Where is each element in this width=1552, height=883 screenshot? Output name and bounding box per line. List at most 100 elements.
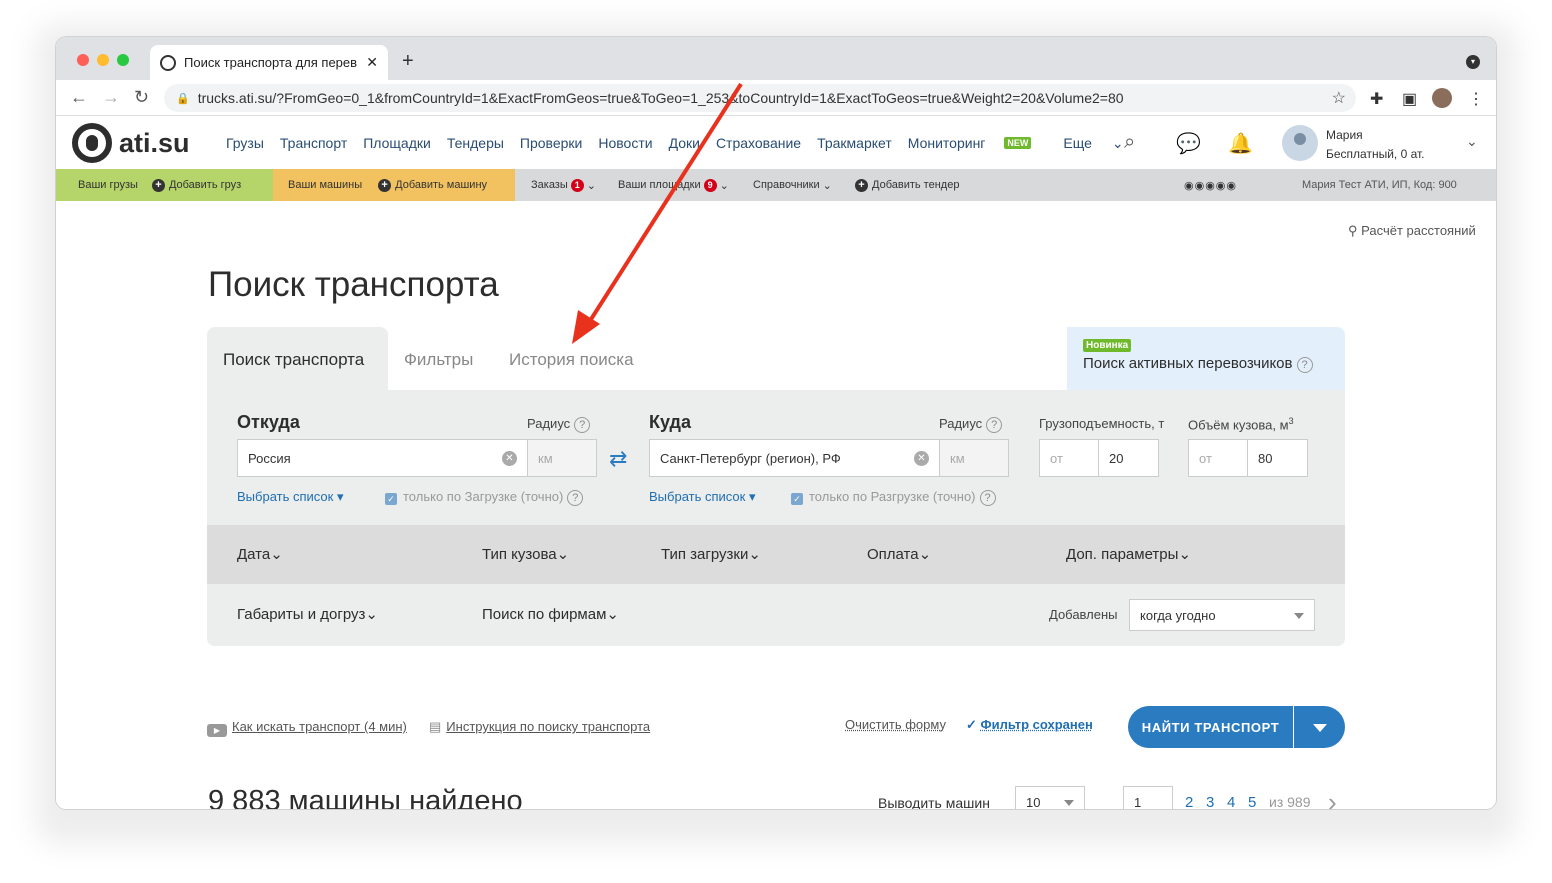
clear-from-icon[interactable]: ✕ [502, 451, 517, 466]
help-icon[interactable]: ? [979, 490, 996, 506]
user-avatar[interactable] [1282, 125, 1318, 161]
add-tender-button[interactable]: + Добавить тендер [839, 169, 975, 201]
ati-logo[interactable]: ati.su [72, 123, 190, 163]
filter-loading-type[interactable]: Тип загрузки⌄ [661, 545, 761, 563]
tab-search-icon[interactable]: ▾ [1466, 55, 1480, 69]
how-to-video-link[interactable]: ▶ Как искать транспорт (4 мин) [207, 719, 407, 737]
help-icon[interactable]: ? [567, 490, 584, 506]
per-page-select[interactable]: 10 [1015, 786, 1085, 809]
document-icon: ▤ [429, 719, 442, 734]
filter-saved-link[interactable]: ✓ Фильтр сохранен [966, 717, 1093, 733]
messages-icon[interactable]: 💬 [1176, 131, 1201, 156]
nav-insurance[interactable]: Страхование [716, 135, 801, 152]
your-trucks-link[interactable]: Ваши машины [288, 179, 362, 191]
url-text[interactable]: trucks.ati.su/?FromGeo=0_1&fromCountryId… [198, 90, 1332, 106]
profile-avatar[interactable] [1432, 88, 1452, 108]
to-input[interactable]: Санкт-Петербург (регион), РФ ✕ [649, 439, 940, 477]
maximize-window-button[interactable] [117, 54, 129, 66]
to-select-list[interactable]: Выбрать список ▾ [649, 489, 756, 505]
help-icon[interactable]: ? [986, 417, 1003, 433]
find-options-dropdown-button[interactable] [1294, 706, 1345, 748]
active-carriers-tab[interactable]: Новинка Поиск активных перевозчиков? [1067, 327, 1345, 390]
nav-transport[interactable]: Транспорт [280, 135, 347, 152]
user-menu-chevron-icon[interactable]: ⌄ [1466, 133, 1478, 150]
capacity-label: Грузоподъемность, т [1039, 416, 1165, 431]
help-icon[interactable]: ? [1296, 357, 1313, 373]
filter-extra[interactable]: Доп. параметры⌄ [1066, 545, 1191, 563]
capacity-to-input[interactable]: 20 [1098, 439, 1159, 477]
tab-filters[interactable]: Фильтры [404, 350, 473, 370]
nav-tenders[interactable]: Тендеры [447, 135, 504, 152]
page-link-4[interactable]: 4 [1227, 794, 1235, 809]
filter-payment[interactable]: Оплата⌄ [867, 545, 931, 563]
next-page-icon[interactable]: › [1328, 787, 1337, 809]
orders-menu[interactable]: Заказы 1 ⌄ [515, 169, 612, 201]
only-loading-checkbox[interactable]: ✓ только по Загрузке (точно)? [385, 489, 584, 506]
search-tabs: Поиск транспорта Фильтры История поиска … [207, 327, 1345, 390]
help-icon[interactable]: ? [574, 417, 591, 433]
browser-menu-icon[interactable]: ⋮ [1468, 89, 1484, 109]
page-input[interactable]: 1 [1123, 786, 1173, 809]
ati-level-icons[interactable]: ◉◉◉◉◉ [1168, 169, 1253, 201]
caret-down-icon: ▾ [336, 489, 344, 504]
clear-to-icon[interactable]: ✕ [914, 451, 929, 466]
find-transport-button[interactable]: НАЙТИ ТРАНСПОРТ [1128, 706, 1293, 748]
minimize-window-button[interactable] [97, 54, 109, 66]
page-link-3[interactable]: 3 [1206, 794, 1214, 809]
side-panel-icon[interactable]: ▣ [1402, 89, 1417, 109]
your-cargo-link[interactable]: Ваши грузы [78, 179, 138, 191]
filter-date[interactable]: Дата⌄ [237, 545, 283, 563]
swap-direction-icon[interactable]: ⇄ [609, 446, 627, 472]
reload-icon[interactable]: ↻ [134, 87, 149, 108]
instruction-link[interactable]: ▤ Инструкция по поиску транспорта [429, 719, 650, 735]
references-menu[interactable]: Справочники ⌄ [737, 169, 848, 201]
new-badge: NEW [1004, 137, 1032, 149]
chevron-down-icon: ⌄ [365, 606, 378, 623]
tab-transport-search[interactable]: Поиск транспорта [207, 327, 388, 390]
check-search-icon[interactable]: ⌕ [1124, 131, 1135, 154]
clear-form-link[interactable]: Очистить форму [845, 717, 946, 732]
page-link-5[interactable]: 5 [1248, 794, 1256, 809]
browser-tab[interactable]: Поиск транспорта для перев ✕ [150, 45, 388, 80]
nav-platforms[interactable]: Площадки [363, 135, 431, 152]
add-truck-button[interactable]: + Добавить машину [378, 178, 487, 192]
add-cargo-button[interactable]: + Добавить груз [151, 178, 241, 192]
extensions-icon[interactable]: ✚ [1370, 89, 1383, 109]
notifications-icon[interactable]: 🔔 [1228, 131, 1253, 156]
from-select-list[interactable]: Выбрать список ▾ [237, 489, 344, 505]
page-link-2[interactable]: 2 [1185, 794, 1193, 809]
bookmark-star-icon[interactable]: ☆ [1332, 88, 1346, 108]
capacity-from-input[interactable]: от [1039, 439, 1099, 477]
nav-news[interactable]: Новости [598, 135, 652, 152]
close-window-button[interactable] [77, 54, 89, 66]
nav-trackmarket[interactable]: Тракмаркет [817, 135, 892, 152]
forward-icon[interactable]: → [102, 87, 120, 108]
new-tab-button[interactable]: + [402, 50, 414, 73]
caret-down-icon: ▾ [748, 489, 756, 504]
from-input[interactable]: Россия ✕ [237, 439, 528, 477]
volume-from-input[interactable]: от [1188, 439, 1248, 477]
distance-calc-link[interactable]: ⚲ Расчёт расстояний [1348, 223, 1476, 239]
logo-icon [72, 123, 112, 163]
added-select[interactable]: когда угодно [1129, 599, 1315, 631]
tab-search-history[interactable]: История поиска [509, 350, 634, 370]
chevron-down-icon: ⌄ [719, 179, 729, 192]
nav-docs[interactable]: Доки [669, 135, 700, 152]
to-radius-input[interactable]: км [939, 439, 1009, 477]
back-icon[interactable]: ← [70, 87, 88, 108]
from-radius-input[interactable]: км [527, 439, 597, 477]
filter-firms[interactable]: Поиск по фирмам⌄ [482, 605, 619, 623]
user-info[interactable]: Мария Бесплатный, 0 ат. [1326, 126, 1425, 164]
platforms-menu[interactable]: Ваши площадки 9 ⌄ [602, 169, 745, 201]
filter-body-type[interactable]: Тип кузова⌄ [482, 545, 569, 563]
only-unloading-checkbox[interactable]: ✓ только по Разгрузке (точно)? [791, 489, 996, 506]
address-bar[interactable]: 🔒 trucks.ati.su/?FromGeo=0_1&fromCountry… [164, 84, 1356, 112]
nav-checks[interactable]: Проверки [520, 135, 582, 152]
nav-monitoring[interactable]: Мониторинг NEW [908, 135, 1048, 152]
filter-dimensions[interactable]: Габариты и догруз⌄ [237, 605, 378, 623]
lock-icon: 🔒 [176, 92, 190, 105]
nav-cargo[interactable]: Грузы [226, 135, 264, 152]
checkmark-icon: ✓ [966, 717, 977, 732]
close-tab-icon[interactable]: ✕ [366, 54, 378, 71]
volume-to-input[interactable]: 80 [1247, 439, 1308, 477]
